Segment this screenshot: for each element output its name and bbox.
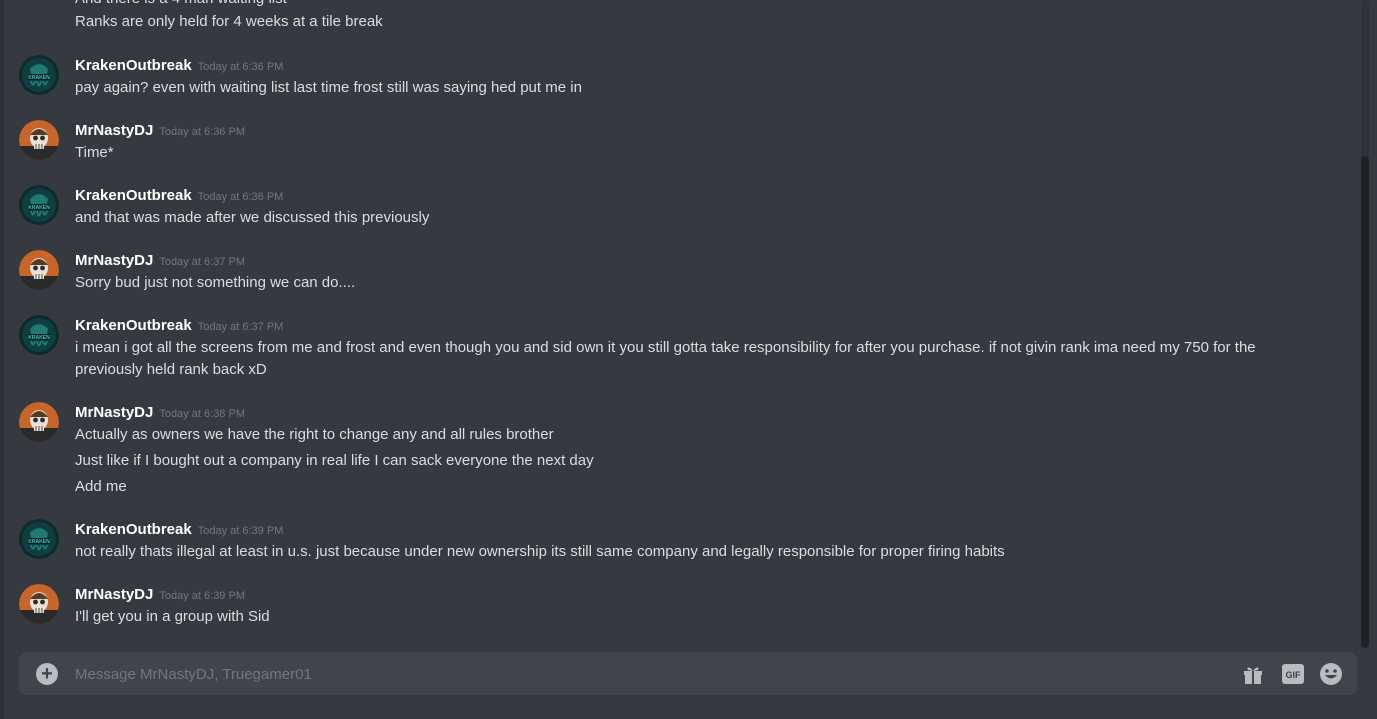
timestamp: Today at 6:38 PM [159,408,245,420]
avatar[interactable] [19,120,59,160]
username[interactable]: KrakenOutbreak [75,317,192,334]
avatar[interactable]: KRAKEN [19,519,59,559]
message-header: MrNastyDJ Today at 6:36 PM [75,120,245,142]
username[interactable]: KrakenOutbreak [75,57,192,74]
message-header: MrNastyDJ Today at 6:37 PM [75,250,245,272]
avatar[interactable]: KRAKEN [19,185,59,225]
svg-text:KRAKEN: KRAKEN [28,335,50,341]
timestamp: Today at 6:36 PM [159,126,245,138]
username[interactable]: MrNastyDJ [75,122,153,139]
gift-icon[interactable] [1241,662,1265,686]
message-text: i mean i got all the screens from me and… [75,339,1256,378]
message-text: and that was made after we discussed thi… [75,209,430,226]
message-text: Just like if I bought out a company in r… [75,452,594,469]
message-composer: + GIF [19,652,1357,695]
svg-text:KRAKEN: KRAKEN [28,75,50,81]
message-text: Time* [75,144,114,161]
scrollbar-thumb[interactable] [1361,156,1369,648]
avatar[interactable] [19,584,59,624]
message-text: Add me [75,478,127,495]
message-text: Ranks are only held for 4 weeks at a til… [75,13,383,30]
message-list: And there is a 4 man waiting list Ranks … [0,0,1360,640]
svg-text:KRAKEN: KRAKEN [28,539,50,545]
message-header: KrakenOutbreak Today at 6:39 PM [75,519,283,541]
gif-icon[interactable]: GIF [1281,662,1305,686]
message-text: Sorry bud just not something we can do..… [75,274,356,291]
timestamp: Today at 6:36 PM [197,191,284,203]
message-text: pay again? even with waiting list last t… [75,79,582,96]
message-header: KrakenOutbreak Today at 6:37 PM [75,315,283,337]
timestamp: Today at 6:39 PM [197,525,284,537]
avatar[interactable] [19,402,59,442]
avatar[interactable] [19,250,59,290]
message-header: MrNastyDJ Today at 6:38 PM [75,402,245,424]
username[interactable]: KrakenOutbreak [75,521,192,538]
username[interactable]: MrNastyDJ [75,404,153,421]
message-text-partial: And there is a 4 man waiting list [75,0,287,9]
svg-text:KRAKEN: KRAKEN [28,205,50,211]
timestamp: Today at 6:37 PM [197,321,284,333]
username[interactable]: MrNastyDJ [75,252,153,269]
message-text: I'll get you in a group with Sid [75,608,270,625]
timestamp: Today at 6:39 PM [159,590,245,602]
timestamp: Today at 6:37 PM [159,256,245,268]
username[interactable]: KrakenOutbreak [75,187,192,204]
message-header: KrakenOutbreak Today at 6:36 PM [75,55,283,77]
avatar[interactable]: KRAKEN [19,55,59,95]
emoji-icon[interactable] [1319,662,1343,686]
avatar[interactable]: KRAKEN [19,315,59,355]
message-header: KrakenOutbreak Today at 6:36 PM [75,185,283,207]
plus-circle-icon[interactable]: + [36,663,58,685]
message-text: Actually as owners we have the right to … [75,426,554,443]
message-header: MrNastyDJ Today at 6:39 PM [75,584,245,606]
message-input[interactable] [75,662,1225,686]
username[interactable]: MrNastyDJ [75,586,153,603]
timestamp: Today at 6:36 PM [197,61,284,73]
gif-label: GIF [1286,670,1302,680]
message-text: not really thats illegal at least in u.s… [75,543,1005,560]
chat-window: And there is a 4 man waiting list Ranks … [0,0,1377,719]
